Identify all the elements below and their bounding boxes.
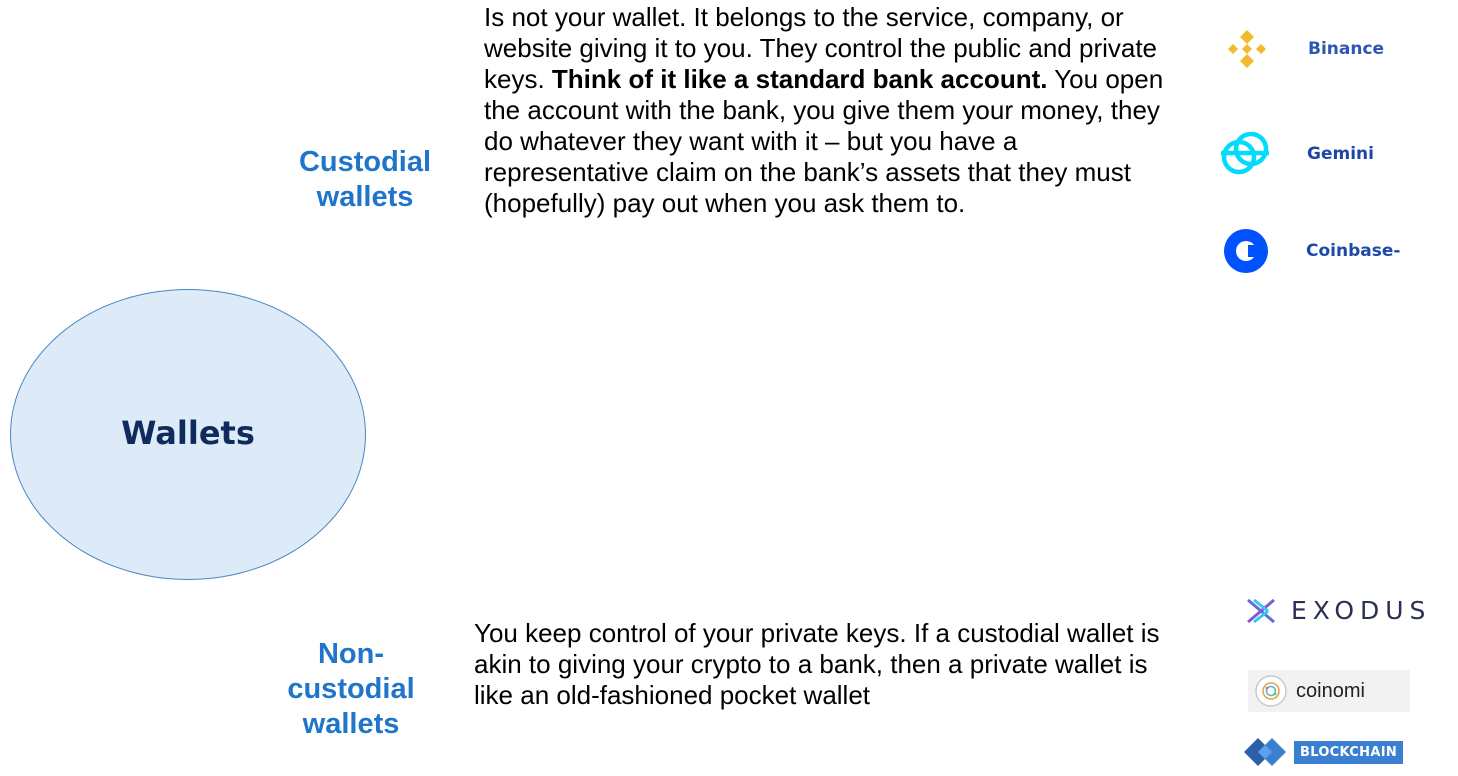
gemini-icon xyxy=(1221,131,1269,175)
binance-logo: Binance xyxy=(1224,26,1384,72)
noncustodial-wallets-label: Non- custodial wallets xyxy=(266,637,436,742)
noncustodial-label-line2: custodial xyxy=(287,673,415,705)
custodial-label-line1: Custodial xyxy=(298,146,432,178)
exodus-name: EXODUS xyxy=(1291,596,1432,625)
wallets-title: Wallets xyxy=(121,413,255,452)
custodial-wallets-label: Custodial wallets xyxy=(280,145,450,215)
blockchain-name: BLOCKCHAIN xyxy=(1294,740,1404,764)
wallets-ellipse: Wallets xyxy=(10,289,366,580)
gemini-name: Gemini xyxy=(1307,144,1374,164)
coinbase-logo: Coinbase- xyxy=(1218,228,1400,274)
exodus-logo: EXODUS xyxy=(1245,596,1431,625)
coinbase-name: Coinbase- xyxy=(1306,241,1401,261)
noncustodial-description: You keep control of your private keys. I… xyxy=(474,618,1160,710)
gemini-logo: Gemini xyxy=(1217,131,1374,177)
binance-name: Binance xyxy=(1308,39,1385,59)
custodial-label-line2: wallets xyxy=(316,181,414,213)
exodus-icon xyxy=(1247,598,1275,623)
coinomi-icon xyxy=(1255,675,1287,707)
blockchain-logo: BLOCKCHAIN xyxy=(1240,735,1404,769)
coinomi-name: coinomi xyxy=(1296,679,1365,702)
coinbase-icon xyxy=(1224,229,1268,273)
coinomi-logo: coinomi xyxy=(1248,670,1410,712)
noncustodial-label-line3: wallets xyxy=(302,708,400,740)
noncustodial-label-line1: Non- xyxy=(317,638,385,670)
binance-icon xyxy=(1228,30,1266,68)
blockchain-icon xyxy=(1244,738,1286,766)
custodial-description: Is not your wallet. It belongs to the se… xyxy=(484,2,1164,219)
custodial-desc-bold: Think of it like a standard bank account… xyxy=(551,64,1048,94)
